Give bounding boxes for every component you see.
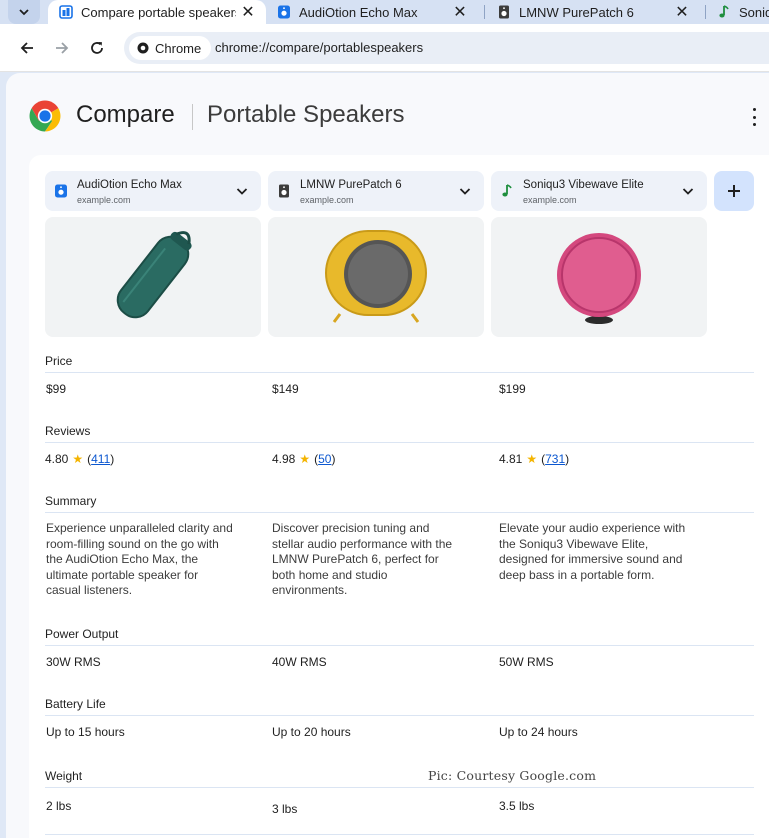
compare-icon [58,4,74,20]
row-label-price: Price [45,354,73,368]
review-rating: 4.98 ★ (50) [272,452,336,466]
price-value: $199 [499,382,526,396]
compare-page: Compare Portable Speakers AudiOtion Echo… [6,73,769,838]
row-divider [45,715,754,716]
product-name: LMNW PurePatch 6 [300,179,402,191]
power-value: 50W RMS [499,655,554,669]
speaker-icon [53,183,69,199]
weight-value: 3 lbs [272,802,298,816]
row-divider [45,834,754,835]
music-note-icon [716,4,732,20]
row-label-summary: Summary [45,494,97,508]
summary-text: Experience unparalleled clarity and room… [46,521,233,597]
product-domain: example.com [77,195,131,205]
tab-strip: Compare portable speakers ✕ AudiOtion Ec… [0,0,769,24]
tab-divider [705,5,706,19]
reload-icon [91,42,103,54]
product-image [268,217,484,337]
battery-value: Up to 20 hours [272,725,351,739]
speaker-icon [496,4,512,20]
row-label-weight: Weight [45,769,83,783]
chevron-down-icon [19,9,29,16]
url-text: chrome://compare/portablespeakers [215,40,424,55]
add-product-button[interactable] [714,171,754,211]
power-value: 30W RMS [46,655,101,669]
plus-icon [728,185,740,197]
tab-compare[interactable]: Compare portable speakers ✕ [48,0,266,24]
arrow-left-icon [20,42,33,54]
tab-title: AudiOtion Echo Max [299,4,418,20]
product-selector[interactable]: LMNW PurePatch 6 example.com [268,171,484,211]
product-selector[interactable]: AudiOtion Echo Max example.com [45,171,261,211]
tab-title: Compare portable speakers [81,4,236,20]
address-bar[interactable]: Chrome chrome://compare/portablespeakers [124,32,769,64]
chrome-icon [137,42,149,54]
close-icon[interactable]: ✕ [240,4,256,21]
arrow-right-icon [56,42,69,54]
toolbar: Chrome chrome://compare/portablespeakers [0,24,769,72]
summary-text: Discover precision tuning and stellar au… [272,521,453,597]
tab-audiotion[interactable]: AudiOtion Echo Max ✕ [270,0,480,24]
site-info-chip[interactable]: Chrome [129,36,212,60]
reviews-link[interactable]: 411 [91,452,110,466]
product-image [45,217,261,337]
chevron-down-icon [459,188,471,195]
chevron-down-icon [682,188,694,195]
tab-search-button[interactable] [8,0,40,24]
back-button[interactable] [15,36,39,60]
product-selector[interactable]: Soniqu3 Vibewave Elite example.com [491,171,707,211]
product-image [491,217,707,337]
reload-button[interactable] [85,36,109,60]
row-divider [45,645,754,646]
comparison-table: AudiOtion Echo Max example.com LMNW Pure… [29,155,769,838]
tab-divider [484,5,485,19]
row-divider [45,442,754,443]
product-name: AudiOtion Echo Max [77,179,182,191]
reviews-link[interactable]: 731 [545,452,565,466]
close-icon[interactable]: ✕ [452,4,468,21]
more-options-icon[interactable] [750,108,758,126]
price-value: $99 [46,382,67,396]
title-divider [192,104,193,130]
star-icon: ★ [72,452,84,466]
tab-lmnw[interactable]: LMNW PurePatch 6 ✕ [490,0,702,24]
chevron-down-icon [236,188,248,195]
speaker-icon [276,183,292,199]
star-icon: ★ [526,452,538,466]
tab-title: LMNW PurePatch 6 [519,4,634,20]
battery-value: Up to 24 hours [499,725,578,739]
weight-value: 3.5 lbs [499,799,535,813]
tab-title: Soniq [739,4,769,20]
review-rating: 4.80 ★ (411) [45,452,115,466]
review-rating: 4.81 ★ (731) [499,452,570,466]
row-divider [45,787,754,788]
summary-text: Elevate your audio experience with the S… [499,521,686,582]
product-domain: example.com [300,195,354,205]
row-divider [45,372,754,373]
page-title: Compare [76,101,175,128]
power-value: 40W RMS [272,655,327,669]
tab-soniq[interactable]: Soniq [712,0,769,24]
weight-value: 2 lbs [46,799,72,813]
row-label-battery: Battery Life [45,697,106,711]
row-label-reviews: Reviews [45,424,91,438]
chip-label: Chrome [155,40,202,56]
close-icon[interactable]: ✕ [674,4,690,21]
row-divider [45,512,754,513]
product-domain: example.com [523,195,577,205]
music-note-icon [499,183,515,199]
battery-value: Up to 15 hours [46,725,125,739]
row-label-power: Power Output [45,627,119,641]
page-topic: Portable Speakers [207,101,405,128]
product-name: Soniqu3 Vibewave Elite [523,179,644,191]
reviews-link[interactable]: 50 [318,452,331,466]
star-icon: ★ [299,452,311,466]
watermark-caption: Pic: Courtesy Google.com [428,768,597,783]
forward-button[interactable] [50,36,74,60]
speaker-icon [276,4,292,20]
price-value: $149 [272,382,299,396]
chrome-logo-icon [29,100,61,132]
